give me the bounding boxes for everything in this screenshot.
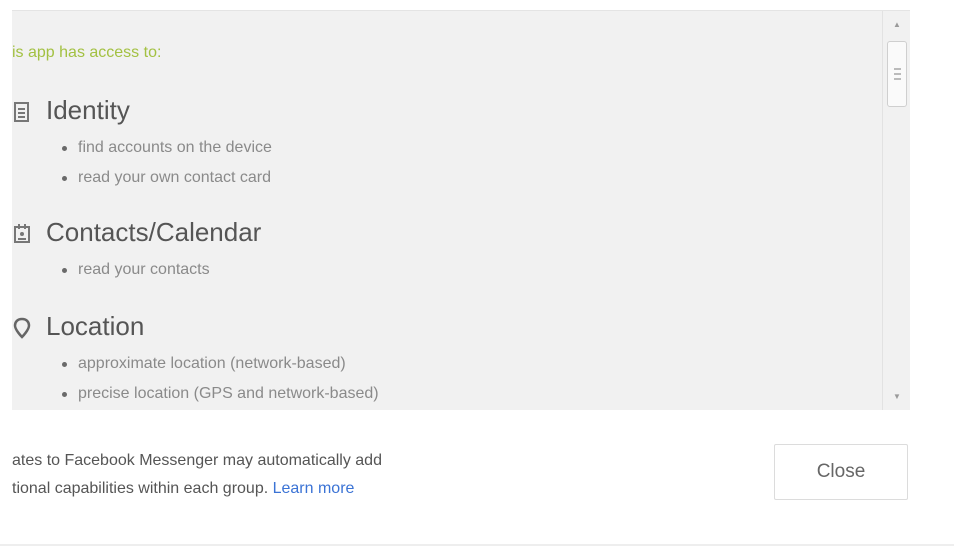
scroll-up-arrow-icon[interactable]: ▲ [883, 15, 910, 35]
footer-note: ates to Facebook Messenger may automatic… [12, 447, 632, 503]
learn-more-link[interactable]: Learn more [273, 480, 355, 497]
close-button[interactable]: Close [774, 444, 908, 500]
scrollbar-thumb[interactable] [887, 41, 907, 107]
permissions-panel[interactable]: is app has access to: Identity find acco… [12, 10, 910, 410]
permission-item: read your contacts [60, 255, 210, 285]
footer-note-line-2: tional capabilities within each group. L… [12, 475, 632, 503]
permission-item: find accounts on the device [60, 133, 272, 163]
vertical-scrollbar[interactable]: ▲ ▼ [882, 11, 910, 410]
permissions-content: is app has access to: Identity find acco… [12, 11, 878, 410]
permission-item: read your own contact card [60, 163, 272, 193]
identity-card-icon [12, 101, 32, 123]
group-title-identity: Identity [46, 95, 130, 125]
contacts-permission-list: read your contacts [60, 255, 210, 285]
permissions-dialog: is app has access to: Identity find acco… [0, 0, 954, 546]
permission-item: approximate location (network-based) [60, 349, 379, 379]
location-permission-list: approximate location (network-based) pre… [60, 349, 379, 409]
group-title-contacts-calendar: Contacts/Calendar [46, 217, 262, 247]
contacts-calendar-icon [12, 223, 32, 245]
group-title-location: Location [46, 311, 145, 341]
permission-item: precise location (GPS and network-based) [60, 379, 379, 409]
permissions-heading: is app has access to: [12, 44, 162, 61]
identity-permission-list: find accounts on the device read your ow… [60, 133, 272, 193]
footer-note-line-1: ates to Facebook Messenger may automatic… [12, 452, 382, 469]
location-pin-icon [12, 317, 32, 339]
footer-note-text: tional capabilities within each group. [12, 480, 269, 497]
scroll-down-arrow-icon[interactable]: ▼ [883, 387, 910, 407]
scroll-grip-icon [894, 68, 901, 80]
